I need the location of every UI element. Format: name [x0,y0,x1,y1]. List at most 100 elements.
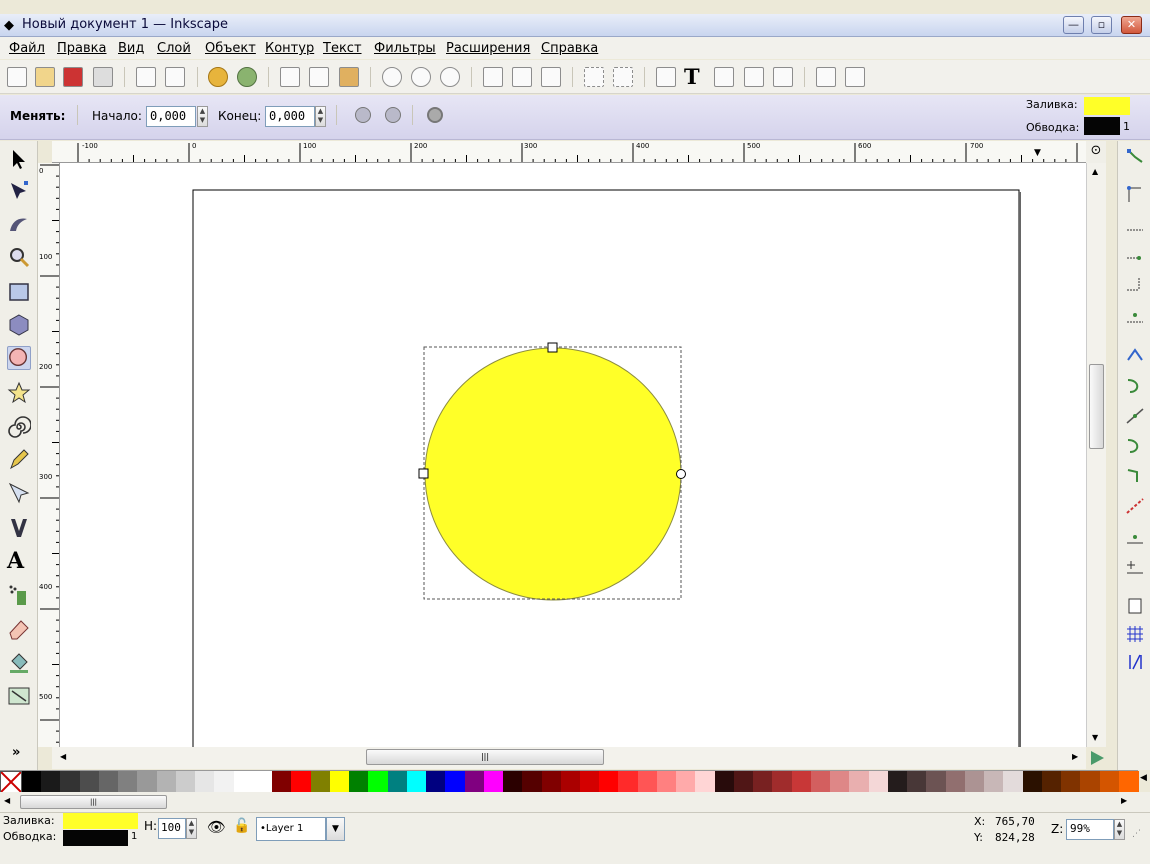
palette-swatch[interactable] [233,771,254,793]
palette-swatch[interactable] [676,771,697,793]
snap-cusp-nodes-icon[interactable] [1125,437,1145,455]
scroll-left-icon[interactable]: ◀ [60,752,66,761]
star-tool-icon[interactable] [7,381,31,405]
palette-swatch[interactable] [291,771,312,793]
palette-scrollbar[interactable]: ◀ ||| ▶ [0,792,1150,812]
spiral-tool-icon[interactable] [7,415,31,439]
palette-swatch[interactable] [483,771,504,793]
snap-grid-icon[interactable] [1125,625,1145,643]
palette-swatch[interactable] [656,771,677,793]
palette-swatch[interactable] [41,771,62,793]
align-distribute-icon[interactable] [773,67,793,87]
group-icon[interactable] [584,67,604,87]
palette-swatch[interactable] [599,771,620,793]
palette-scroll-thumb[interactable]: ||| [20,795,167,809]
undo-icon[interactable] [208,67,228,87]
arc-open-icon[interactable] [355,107,371,123]
close-icon[interactable]: ✕ [1121,16,1142,34]
paste-icon[interactable] [339,67,359,87]
snap-smooth-nodes-icon[interactable] [1125,467,1145,485]
ellipse-rx-handle[interactable] [418,468,429,479]
zoom-tool-icon[interactable] [7,245,31,269]
palette-swatch[interactable] [310,771,331,793]
drawing-canvas[interactable] [60,163,1086,747]
palette-swatch[interactable] [1022,771,1043,793]
redo-icon[interactable] [237,67,257,87]
palette-swatch[interactable] [714,771,735,793]
horizontal-scrollbar[interactable]: ◀ ||| ▶ [52,747,1086,769]
palette-swatch[interactable] [926,771,947,793]
palette-scroll-right-icon[interactable]: ▶ [1121,796,1127,805]
copy-icon[interactable] [280,67,300,87]
palette-swatch[interactable] [772,771,793,793]
zoom-stepper[interactable]: ▲ ▼ [1114,819,1125,840]
print-icon[interactable] [93,67,113,87]
pen-tool-icon[interactable] [7,481,31,505]
eye-visibility-icon[interactable]: 👁 [207,818,226,836]
palette-swatch[interactable] [387,771,408,793]
menu-edit[interactable]: Правка [57,41,106,56]
palette-swatch[interactable] [464,771,485,793]
gradient-tool-icon[interactable] [7,684,31,708]
palette-swatch[interactable] [1061,771,1082,793]
snap-page-border-icon[interactable] [1125,597,1145,615]
palette-swatch[interactable] [445,771,466,793]
3d-box-tool-icon[interactable] [7,313,31,337]
palette-swatch[interactable] [695,771,716,793]
palette-swatch[interactable] [1041,771,1062,793]
end-input[interactable]: 0,000 [265,106,315,127]
pencil-tool-icon[interactable] [7,448,31,472]
resize-grip-icon[interactable]: ⋰ [1132,829,1141,839]
palette-swatch[interactable] [426,771,447,793]
palette-swatch[interactable] [637,771,658,793]
palette-swatch[interactable] [887,771,908,793]
palette-swatch[interactable] [195,771,216,793]
segment-icon[interactable] [385,107,401,123]
text-font-dialog-icon[interactable]: T [684,64,700,89]
eraser-tool-icon[interactable] [7,617,31,641]
color-manage-icon[interactable] [1088,749,1106,767]
palette-swatch[interactable] [79,771,100,793]
layer-dropdown-icon[interactable]: ▼ [326,817,345,841]
scroll-down-icon[interactable]: ▼ [1092,733,1098,742]
palette-swatch[interactable] [849,771,870,793]
stroke-indicator-swatch[interactable] [1084,117,1120,135]
ellipse-ry-handle[interactable] [547,342,558,353]
zoom-corner-icon[interactable]: ⊙ [1086,141,1106,163]
palette-swatch[interactable] [810,771,831,793]
palette-swatch[interactable] [503,771,524,793]
maximize-icon[interactable]: ▫ [1091,16,1112,34]
palette-swatch[interactable] [1080,771,1101,793]
palette-swatch[interactable] [175,771,196,793]
palette-swatch[interactable] [22,771,42,793]
ellipse-arc-handle[interactable] [676,469,686,479]
palette-swatch[interactable] [541,771,562,793]
palette-swatch[interactable] [580,771,600,793]
menu-layer[interactable]: Слой [157,41,191,56]
status-fill-swatch[interactable] [63,813,138,829]
unlink-clone-icon[interactable] [541,67,561,87]
rectangle-tool-icon[interactable] [7,280,31,304]
palette-swatch[interactable] [252,771,273,793]
snap-bbox-center-icon[interactable] [1125,306,1145,324]
scroll-right-icon[interactable]: ▶ [1072,752,1078,761]
palette-swatch[interactable] [984,771,1005,793]
end-stepper[interactable]: ▲ ▼ [315,106,326,127]
palette-swatch[interactable] [118,771,139,793]
palette-swatch[interactable] [349,771,370,793]
zoom-page-icon[interactable] [440,67,460,87]
zoom-drawing-icon[interactable] [411,67,431,87]
start-input[interactable]: 0,000 [146,106,196,127]
opacity-stepper[interactable]: ▲ ▼ [186,818,197,839]
snap-bbox-icon[interactable] [1125,186,1145,204]
snap-path-intersections-icon[interactable] [1125,407,1145,425]
snap-bbox-edges-icon[interactable] [1125,216,1145,234]
snap-bbox-midpoints-icon[interactable] [1125,276,1145,294]
more-tools-icon[interactable]: » [12,745,20,760]
tweak-tool-icon[interactable] [7,211,31,235]
palette-swatch[interactable] [945,771,966,793]
palette-swatch[interactable] [272,771,293,793]
palette-swatch[interactable] [1003,771,1024,793]
palette-swatch[interactable] [1099,771,1120,793]
open-icon[interactable] [35,67,55,87]
